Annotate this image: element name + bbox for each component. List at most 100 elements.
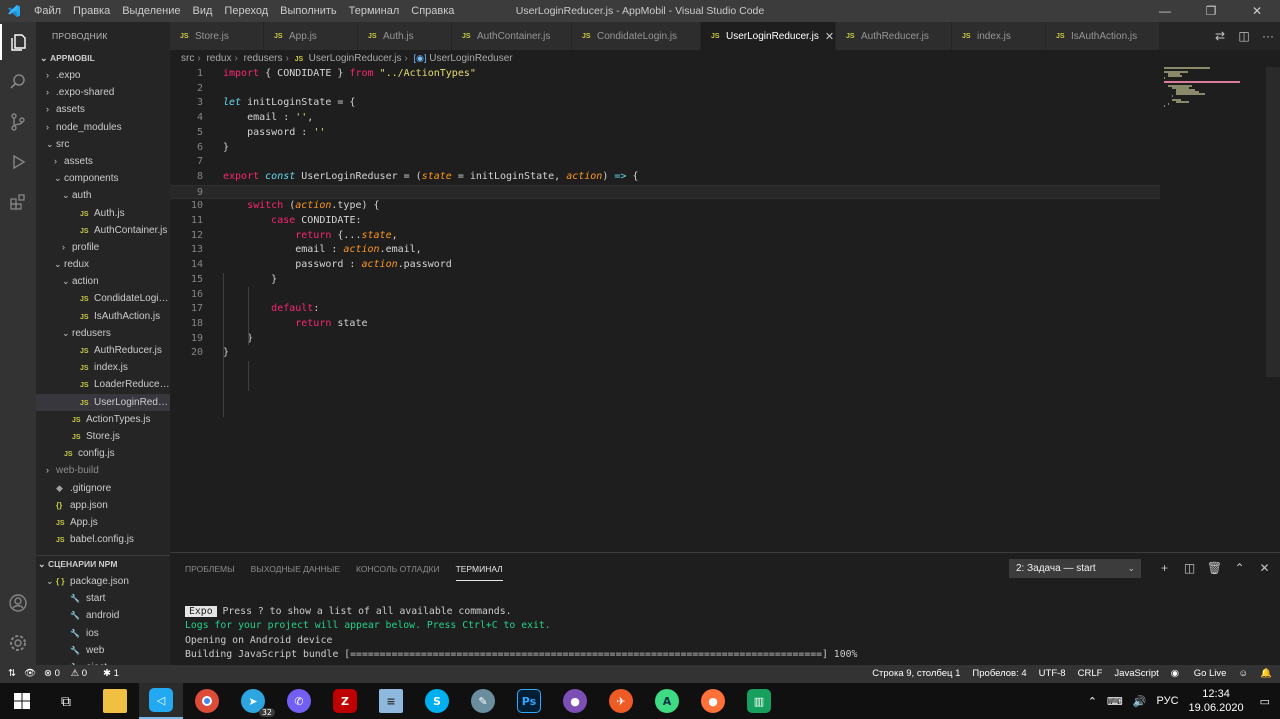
photoshop-icon[interactable]: Ps xyxy=(507,683,551,719)
terminal-selector[interactable]: 2: Задача — start ⌄ xyxy=(1009,559,1141,578)
code-line[interactable]: 14 password : action.password xyxy=(170,258,1160,273)
code-line[interactable]: 18 return state xyxy=(170,317,1160,332)
code-line[interactable]: 6} xyxy=(170,141,1160,156)
maximize-button[interactable]: ❐ xyxy=(1188,0,1234,22)
editor-tab[interactable]: JS UserLoginReducer.js ✕ xyxy=(701,22,836,50)
editor-tab[interactable]: JS index.js xyxy=(952,22,1046,50)
telegram-icon[interactable]: ➤ 32 xyxy=(231,683,275,719)
code-line[interactable]: 7 xyxy=(170,155,1160,170)
code-editor[interactable]: 1 import { CONDIDATE } from "../ActionTyp… xyxy=(170,67,1280,552)
tree-file[interactable]: JS AuthContainer.js xyxy=(36,222,170,239)
breadcrumb-item[interactable]: UserLoginReduser xyxy=(429,53,512,64)
menu-item[interactable]: Терминал xyxy=(343,0,406,22)
editor-tab[interactable]: JS AuthContainer.js xyxy=(452,22,572,50)
media-app-icon[interactable]: ● xyxy=(553,683,597,719)
npm-scripts-header[interactable]: ⌄ СЦЕНАРИИ NPM xyxy=(36,556,170,573)
tree-folder[interactable]: ⌄ redux xyxy=(36,256,170,273)
explorer-icon[interactable] xyxy=(0,24,36,60)
tree-folder[interactable]: › node_modules xyxy=(36,119,170,136)
editor-tab[interactable]: JS AuthReducer.js xyxy=(836,22,952,50)
kill-terminal-icon[interactable]: 🗑 xyxy=(1202,559,1227,578)
code-line[interactable]: 20} xyxy=(170,346,1160,361)
tray-expand-icon[interactable]: ⌃ xyxy=(1088,695,1097,708)
tree-file[interactable]: JS Store.js xyxy=(36,428,170,445)
chrome-icon[interactable] xyxy=(185,683,229,719)
firefox-icon[interactable]: ● xyxy=(691,683,735,719)
code-line[interactable]: 17 default: xyxy=(170,302,1160,317)
new-terminal-icon[interactable]: + xyxy=(1152,559,1177,578)
close-panel-icon[interactable]: ✕ xyxy=(1252,559,1277,578)
tree-folder[interactable]: › assets xyxy=(36,153,170,170)
file-explorer-icon[interactable] xyxy=(93,683,137,719)
skype-icon[interactable]: S xyxy=(415,683,459,719)
tree-file[interactable]: JS LoaderReducer.js xyxy=(36,376,170,393)
tree-file[interactable]: JS CondidateLogin.js xyxy=(36,290,170,307)
breadcrumb-item[interactable]: redusers xyxy=(244,53,283,64)
editor-tab[interactable]: JS App.js xyxy=(264,22,358,50)
breadcrumb-item[interactable]: src xyxy=(181,53,194,64)
problems-indicator[interactable]: ⊗ 0 ⚠ 0 xyxy=(44,665,95,683)
npm-package-json[interactable]: ⌄{ } package.json xyxy=(36,573,170,590)
run-debug-icon[interactable] xyxy=(0,144,36,180)
panel-tab[interactable]: ТЕРМИНАЛ xyxy=(455,556,503,581)
remote-icon[interactable]: ⇅ xyxy=(8,665,16,683)
menu-item[interactable]: Вид xyxy=(187,0,219,22)
minimize-button[interactable]: — xyxy=(1142,0,1188,22)
menu-item[interactable]: Выделение xyxy=(116,0,186,22)
breadcrumb-item[interactable]: UserLoginReducer.js xyxy=(309,53,402,64)
tree-folder[interactable]: ⌄ src xyxy=(36,136,170,153)
tree-folder[interactable]: ⌄ action xyxy=(36,273,170,290)
tree-file[interactable]: JS UserLoginReducer.js xyxy=(36,393,170,411)
tree-file[interactable]: {} app.json xyxy=(36,497,170,514)
code-line[interactable]: 4 email : '', xyxy=(170,111,1160,126)
live-share-icon[interactable]: 👁 xyxy=(24,665,36,683)
npm-script-item[interactable]: 🔧 android xyxy=(36,607,170,624)
code-line[interactable]: 3 let initLoginState = { xyxy=(170,96,1160,111)
network-icon[interactable]: ⌨ xyxy=(1107,695,1123,708)
editor-tab[interactable]: JS Auth.js xyxy=(358,22,452,50)
search-icon[interactable] xyxy=(0,64,36,100)
breadcrumb-item[interactable]: redux xyxy=(206,53,231,64)
panel-tab[interactable]: ПРОБЛЕМЫ xyxy=(185,556,235,580)
menu-item[interactable]: Выполнить xyxy=(274,0,342,22)
account-icon[interactable] xyxy=(0,585,36,621)
more-actions-icon[interactable]: ··· xyxy=(1256,29,1280,43)
code-line[interactable]: 16 xyxy=(170,288,1160,303)
tree-file[interactable]: JS babel.config.js xyxy=(36,531,170,548)
tree-folder[interactable]: › web-build xyxy=(36,462,170,479)
tree-file[interactable]: JS ActionTypes.js xyxy=(36,411,170,428)
android-studio-icon[interactable]: A xyxy=(645,683,689,719)
indentation[interactable]: Пробелов: 4 xyxy=(972,665,1026,683)
extensions-icon[interactable] xyxy=(0,184,36,220)
editor-tab[interactable]: JS IsAuthAction.js xyxy=(1046,22,1160,50)
input-language[interactable]: РУС xyxy=(1157,695,1179,707)
code-line[interactable]: 19 } xyxy=(170,332,1160,347)
vscode-logo-icon[interactable] xyxy=(0,0,28,22)
tree-file[interactable]: JS Auth.js xyxy=(36,205,170,222)
tree-file[interactable]: ◆ .gitignore xyxy=(36,480,170,497)
tree-file[interactable]: JS IsAuthAction.js xyxy=(36,308,170,325)
tree-file[interactable]: JS AuthReducer.js xyxy=(36,342,170,359)
menu-item[interactable]: Справка xyxy=(405,0,460,22)
npm-script-item[interactable]: 🔧 start xyxy=(36,590,170,607)
tree-file[interactable]: JS index.js xyxy=(36,359,170,376)
filezilla-icon[interactable]: Z xyxy=(323,683,367,719)
tree-folder[interactable]: › assets xyxy=(36,101,170,118)
terminal-output[interactable]: Expo Press ? to show a list of all avail… xyxy=(185,605,857,662)
code-line[interactable]: 13 email : action.email, xyxy=(170,243,1160,258)
settings-gear-icon[interactable] xyxy=(0,625,36,661)
tree-folder[interactable]: ⌄ redusers xyxy=(36,325,170,342)
notification-center-icon[interactable]: ▭ xyxy=(1260,695,1270,708)
tree-folder[interactable]: › .expo xyxy=(36,67,170,84)
close-window-button[interactable]: ✕ xyxy=(1234,0,1280,22)
postman-icon[interactable]: ✈ xyxy=(599,683,643,719)
npm-script-item[interactable]: 🔧 web xyxy=(36,642,170,659)
code-line[interactable]: 5 password : '' xyxy=(170,126,1160,141)
code-line[interactable]: 1 import { CONDIDATE } from "../ActionTyp… xyxy=(170,67,1160,82)
close-tab-icon[interactable]: ✕ xyxy=(825,30,834,43)
live-share-count[interactable]: ✱ 1 xyxy=(103,665,127,683)
tree-folder[interactable]: ⌄ components xyxy=(36,170,170,187)
volume-icon[interactable]: 🔊 xyxy=(1133,695,1147,708)
cursor-position[interactable]: Строка 9, столбец 1 xyxy=(872,665,960,683)
tree-folder[interactable]: › .expo-shared xyxy=(36,84,170,101)
